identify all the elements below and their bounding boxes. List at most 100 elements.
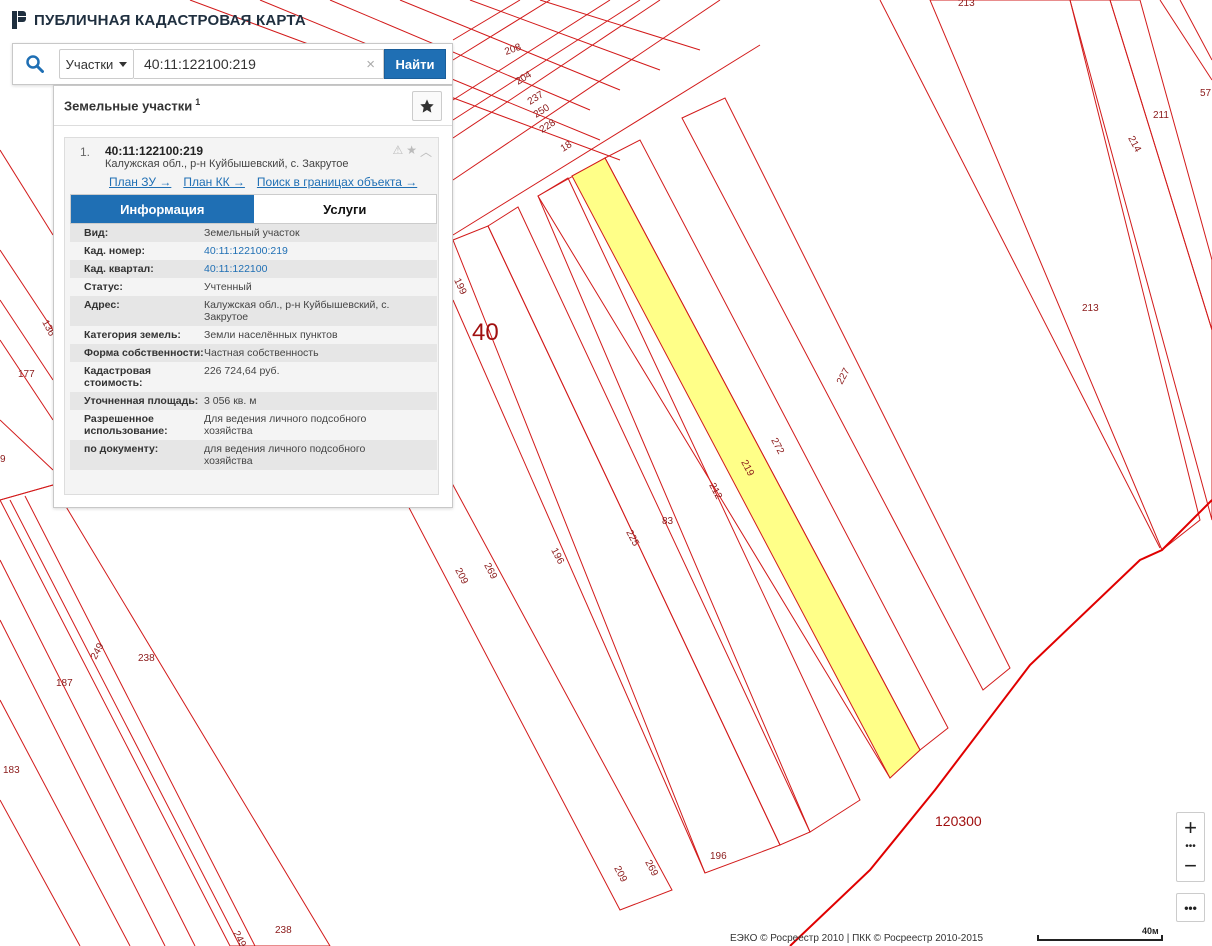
parcel-boundary — [452, 0, 641, 121]
zoom-dots: ••• — [1185, 841, 1196, 852]
scale-label: 40м — [1142, 926, 1159, 936]
parcel-boundary — [0, 559, 196, 946]
parcel-boundary — [0, 149, 54, 236]
chevron-up-icon[interactable]: ︿ — [420, 143, 432, 160]
find-button[interactable]: Найти — [384, 49, 446, 79]
parcel-boundary — [0, 699, 131, 946]
parcel-boundary — [681, 97, 1011, 691]
plot-label: 272 — [768, 436, 786, 456]
plot-label: 269 — [642, 858, 660, 878]
result-address: Калужская обл., р-н Куйбышевский, с. Зак… — [105, 158, 349, 170]
results-panel: Земельные участки 1 1. 40:11:122100:219 К… — [53, 85, 453, 508]
parcel-boundary — [9, 499, 241, 946]
plot-label: 196 — [548, 546, 566, 566]
parcel-boundary — [452, 0, 661, 139]
result-card: 1. 40:11:122100:219 Калужская обл., р-н … — [64, 137, 439, 495]
parcel-boundary — [929, 0, 1201, 551]
search-in-bounds-link[interactable]: Поиск в границах объекта → — [257, 175, 417, 189]
plot-label: 208 — [503, 42, 523, 58]
info-row: Вид: Земельный участок — [70, 224, 437, 242]
parcel-boundary — [452, 0, 721, 181]
app-header: ПУБЛИЧНАЯ КАДАСТРОВАЯ КАРТА — [12, 8, 306, 32]
cad-number-link[interactable]: 40:11:122100:219 — [204, 245, 414, 257]
star-icon — [420, 99, 434, 113]
plot-label: 209 — [611, 864, 629, 884]
plot-label: 18 — [559, 139, 575, 154]
parcel-boundary — [0, 619, 166, 946]
block-label-40: 40 — [472, 319, 499, 346]
tab-information[interactable]: Информация — [71, 195, 254, 223]
results-count: 1 — [195, 97, 201, 108]
cad-quarter-link[interactable]: 40:11:122100 — [204, 263, 414, 275]
plot-label: 249 — [89, 641, 107, 661]
search-icon[interactable] — [13, 44, 57, 84]
parcel-boundary — [0, 339, 54, 421]
parcel-boundary — [1109, 0, 1212, 331]
quarter-boundary — [789, 499, 1212, 946]
result-cad-number[interactable]: 40:11:122100:219 — [105, 144, 203, 158]
result-index: 1. — [80, 145, 91, 159]
object-type-select[interactable]: Участки — [59, 49, 134, 79]
plot-label: 228 — [538, 117, 558, 135]
card-actions: ⚠ ★ ︿ — [392, 143, 432, 160]
plot-label: 214 — [1125, 134, 1143, 154]
app-title: ПУБЛИЧНАЯ КАДАСТРОВАЯ КАРТА — [34, 11, 306, 29]
info-row: Разрешенное использование: Для ведения ли… — [70, 410, 437, 440]
plot-label: 199 — [451, 277, 468, 297]
star-icon[interactable]: ★ — [406, 143, 417, 160]
plot-label: 196 — [710, 851, 727, 862]
plan-zu-link[interactable]: План ЗУ → — [109, 175, 171, 189]
plot-label: 238 — [138, 653, 155, 664]
parcel-boundary — [24, 495, 256, 946]
card-links: План ЗУ → План КК → Поиск в границах объ… — [109, 175, 417, 189]
block-label-120300: 120300 — [935, 813, 982, 829]
plot-label: 177 — [18, 369, 35, 380]
plot-label: 57 — [1200, 88, 1212, 99]
search-bar: Участки × Найти — [12, 43, 453, 85]
object-type-label: Участки — [65, 56, 114, 72]
parcel-boundary — [0, 484, 331, 946]
logo-icon — [12, 11, 26, 29]
warning-icon[interactable]: ⚠ — [392, 143, 403, 160]
plot-label: 183 — [3, 765, 20, 776]
parcel-boundary — [539, 0, 701, 51]
info-row: Категория земель: Земли населённых пункто… — [70, 326, 437, 344]
info-row: Уточненная площадь: 3 056 кв. м — [70, 392, 437, 410]
attribution: ЕЭКО © Росреестр 2010 | ПКК © Росреестр … — [730, 933, 984, 944]
plot-label: 213 — [1082, 303, 1099, 314]
info-table: Вид: Земельный участок Кад. номер: 40:11:1… — [70, 224, 437, 470]
plot-label: 9 — [0, 454, 6, 465]
zoom-in-button[interactable]: + — [1177, 813, 1204, 843]
parcel-boundary — [0, 299, 54, 381]
plot-label: 83 — [662, 516, 674, 527]
results-header: Земельные участки 1 — [54, 86, 452, 126]
parcel-boundary — [879, 0, 1161, 549]
parcel-boundary — [452, 0, 551, 61]
clear-icon[interactable]: × — [366, 56, 375, 73]
results-title: Земельные участки 1 — [64, 97, 201, 114]
plot-label: 187 — [56, 678, 73, 689]
plot-label: 213 — [958, 0, 975, 9]
search-input[interactable] — [144, 56, 354, 72]
plan-kk-link[interactable]: План КК → — [183, 175, 245, 189]
plot-label: 227 — [835, 366, 853, 386]
plot-label: 209 — [452, 566, 470, 586]
zoom-controls: + ••• − — [1176, 812, 1205, 882]
info-row: Кад. квартал: 40:11:122100 — [70, 260, 437, 278]
search-field[interactable]: × — [134, 49, 384, 79]
chevron-down-icon — [119, 61, 128, 67]
card-tabs: Информация Услуги — [70, 194, 437, 224]
info-row: Кад. номер: 40:11:122100:219 — [70, 242, 437, 260]
parcel-boundary — [404, 484, 673, 911]
favorites-button[interactable] — [412, 91, 442, 121]
parcel-boundary — [452, 299, 706, 874]
more-options-button[interactable]: ••• — [1176, 893, 1205, 922]
info-row: Адрес: Калужская обл., р-н Куйбышевский, … — [70, 296, 437, 326]
zoom-out-button[interactable]: − — [1177, 851, 1204, 881]
info-row: Статус: Учтенный — [70, 278, 437, 296]
plot-label: 238 — [275, 925, 292, 936]
parcel-boundary — [0, 249, 54, 331]
parcel-boundary — [0, 799, 81, 946]
tab-services[interactable]: Услуги — [254, 195, 437, 223]
info-row: Форма собственности: Частная собственност… — [70, 344, 437, 362]
